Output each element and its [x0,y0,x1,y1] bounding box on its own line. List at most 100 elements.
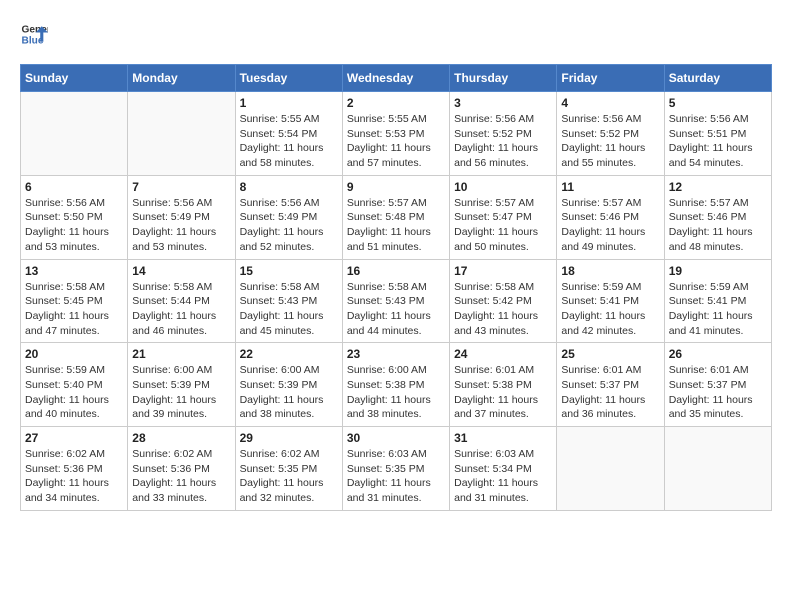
day-detail: Sunrise: 5:55 AMSunset: 5:54 PMDaylight:… [240,112,338,171]
day-number: 14 [132,264,230,278]
day-number: 20 [25,347,123,361]
calendar-cell: 8 Sunrise: 5:56 AMSunset: 5:49 PMDaylight… [235,175,342,259]
calendar-cell: 6 Sunrise: 5:56 AMSunset: 5:50 PMDaylight… [21,175,128,259]
weekday-header: Monday [128,65,235,92]
day-number: 11 [561,180,659,194]
day-detail: Sunrise: 5:58 AMSunset: 5:42 PMDaylight:… [454,280,552,339]
day-number: 7 [132,180,230,194]
weekday-header: Saturday [664,65,771,92]
calendar-cell: 26 Sunrise: 6:01 AMSunset: 5:37 PMDayligh… [664,343,771,427]
day-number: 19 [669,264,767,278]
calendar-cell: 27 Sunrise: 6:02 AMSunset: 5:36 PMDayligh… [21,427,128,511]
day-detail: Sunrise: 5:59 AMSunset: 5:40 PMDaylight:… [25,363,123,422]
day-number: 18 [561,264,659,278]
calendar-cell: 24 Sunrise: 6:01 AMSunset: 5:38 PMDayligh… [450,343,557,427]
day-number: 26 [669,347,767,361]
calendar-week-row: 13 Sunrise: 5:58 AMSunset: 5:45 PMDayligh… [21,259,772,343]
day-detail: Sunrise: 6:03 AMSunset: 5:34 PMDaylight:… [454,447,552,506]
day-number: 13 [25,264,123,278]
calendar-cell: 14Sunrise: 5:58 AMSunset: 5:44 PMDayligh… [128,259,235,343]
weekday-header: Tuesday [235,65,342,92]
day-detail: Sunrise: 6:01 AMSunset: 5:38 PMDaylight:… [454,363,552,422]
day-number: 24 [454,347,552,361]
calendar-cell: 13 Sunrise: 5:58 AMSunset: 5:45 PMDayligh… [21,259,128,343]
day-number: 3 [454,96,552,110]
weekday-header: Sunday [21,65,128,92]
day-number: 29 [240,431,338,445]
calendar-cell: 11Sunrise: 5:57 AMSunset: 5:46 PMDayligh… [557,175,664,259]
day-detail: Sunrise: 6:02 AMSunset: 5:36 PMDaylight:… [132,447,230,506]
calendar-cell: 5 Sunrise: 5:56 AMSunset: 5:51 PMDaylight… [664,92,771,176]
day-detail: Sunrise: 5:59 AMSunset: 5:41 PMDaylight:… [561,280,659,339]
day-number: 16 [347,264,445,278]
calendar-cell: 7Sunrise: 5:56 AMSunset: 5:49 PMDaylight… [128,175,235,259]
day-detail: Sunrise: 5:56 AMSunset: 5:49 PMDaylight:… [240,196,338,255]
calendar-week-row: 1Sunrise: 5:55 AMSunset: 5:54 PMDaylight… [21,92,772,176]
calendar-cell: 25Sunrise: 6:01 AMSunset: 5:37 PMDayligh… [557,343,664,427]
weekday-header: Friday [557,65,664,92]
page-header: General Blue [20,20,772,48]
calendar-week-row: 27 Sunrise: 6:02 AMSunset: 5:36 PMDayligh… [21,427,772,511]
day-detail: Sunrise: 5:56 AMSunset: 5:52 PMDaylight:… [454,112,552,171]
day-detail: Sunrise: 5:58 AMSunset: 5:43 PMDaylight:… [347,280,445,339]
calendar-cell: 4 Sunrise: 5:56 AMSunset: 5:52 PMDaylight… [557,92,664,176]
calendar-cell: 20 Sunrise: 5:59 AMSunset: 5:40 PMDayligh… [21,343,128,427]
calendar-cell: 16 Sunrise: 5:58 AMSunset: 5:43 PMDayligh… [342,259,449,343]
day-detail: Sunrise: 6:02 AMSunset: 5:36 PMDaylight:… [25,447,123,506]
day-number: 22 [240,347,338,361]
calendar-cell [21,92,128,176]
calendar-cell: 18 Sunrise: 5:59 AMSunset: 5:41 PMDayligh… [557,259,664,343]
day-detail: Sunrise: 5:58 AMSunset: 5:45 PMDaylight:… [25,280,123,339]
calendar-cell: 19 Sunrise: 5:59 AMSunset: 5:41 PMDayligh… [664,259,771,343]
day-detail: Sunrise: 6:00 AMSunset: 5:39 PMDaylight:… [132,363,230,422]
calendar-cell: 28Sunrise: 6:02 AMSunset: 5:36 PMDayligh… [128,427,235,511]
calendar-table: SundayMondayTuesdayWednesdayThursdayFrid… [20,64,772,511]
day-detail: Sunrise: 5:57 AMSunset: 5:47 PMDaylight:… [454,196,552,255]
calendar-cell: 29 Sunrise: 6:02 AMSunset: 5:35 PMDayligh… [235,427,342,511]
day-number: 4 [561,96,659,110]
weekday-header: Thursday [450,65,557,92]
calendar-cell: 21Sunrise: 6:00 AMSunset: 5:39 PMDayligh… [128,343,235,427]
calendar-cell: 23Sunrise: 6:00 AMSunset: 5:38 PMDayligh… [342,343,449,427]
calendar-cell: 10 Sunrise: 5:57 AMSunset: 5:47 PMDayligh… [450,175,557,259]
day-number: 10 [454,180,552,194]
day-number: 23 [347,347,445,361]
day-number: 8 [240,180,338,194]
day-number: 2 [347,96,445,110]
calendar-cell: 12Sunrise: 5:57 AMSunset: 5:46 PMDayligh… [664,175,771,259]
calendar-cell: 22 Sunrise: 6:00 AMSunset: 5:39 PMDayligh… [235,343,342,427]
day-detail: Sunrise: 6:02 AMSunset: 5:35 PMDaylight:… [240,447,338,506]
day-number: 31 [454,431,552,445]
calendar-cell [664,427,771,511]
day-number: 30 [347,431,445,445]
day-detail: Sunrise: 5:59 AMSunset: 5:41 PMDaylight:… [669,280,767,339]
calendar-cell: 2 Sunrise: 5:55 AMSunset: 5:53 PMDaylight… [342,92,449,176]
day-detail: Sunrise: 5:56 AMSunset: 5:52 PMDaylight:… [561,112,659,171]
calendar-cell: 15Sunrise: 5:58 AMSunset: 5:43 PMDayligh… [235,259,342,343]
day-number: 12 [669,180,767,194]
calendar-cell: 1Sunrise: 5:55 AMSunset: 5:54 PMDaylight… [235,92,342,176]
weekday-header: Wednesday [342,65,449,92]
day-detail: Sunrise: 5:56 AMSunset: 5:51 PMDaylight:… [669,112,767,171]
day-number: 17 [454,264,552,278]
calendar-week-row: 6 Sunrise: 5:56 AMSunset: 5:50 PMDaylight… [21,175,772,259]
day-detail: Sunrise: 6:03 AMSunset: 5:35 PMDaylight:… [347,447,445,506]
day-detail: Sunrise: 6:01 AMSunset: 5:37 PMDaylight:… [669,363,767,422]
calendar-header-row: SundayMondayTuesdayWednesdayThursdayFrid… [21,65,772,92]
day-number: 6 [25,180,123,194]
logo-icon: General Blue [20,20,48,48]
day-detail: Sunrise: 5:56 AMSunset: 5:50 PMDaylight:… [25,196,123,255]
logo: General Blue [20,20,48,48]
calendar-cell: 3 Sunrise: 5:56 AMSunset: 5:52 PMDaylight… [450,92,557,176]
calendar-cell [557,427,664,511]
day-number: 9 [347,180,445,194]
calendar-cell: 9Sunrise: 5:57 AMSunset: 5:48 PMDaylight… [342,175,449,259]
day-detail: Sunrise: 6:01 AMSunset: 5:37 PMDaylight:… [561,363,659,422]
day-detail: Sunrise: 5:58 AMSunset: 5:43 PMDaylight:… [240,280,338,339]
day-detail: Sunrise: 5:55 AMSunset: 5:53 PMDaylight:… [347,112,445,171]
day-number: 27 [25,431,123,445]
day-detail: Sunrise: 6:00 AMSunset: 5:39 PMDaylight:… [240,363,338,422]
day-number: 5 [669,96,767,110]
calendar-cell [128,92,235,176]
calendar-cell: 17 Sunrise: 5:58 AMSunset: 5:42 PMDayligh… [450,259,557,343]
